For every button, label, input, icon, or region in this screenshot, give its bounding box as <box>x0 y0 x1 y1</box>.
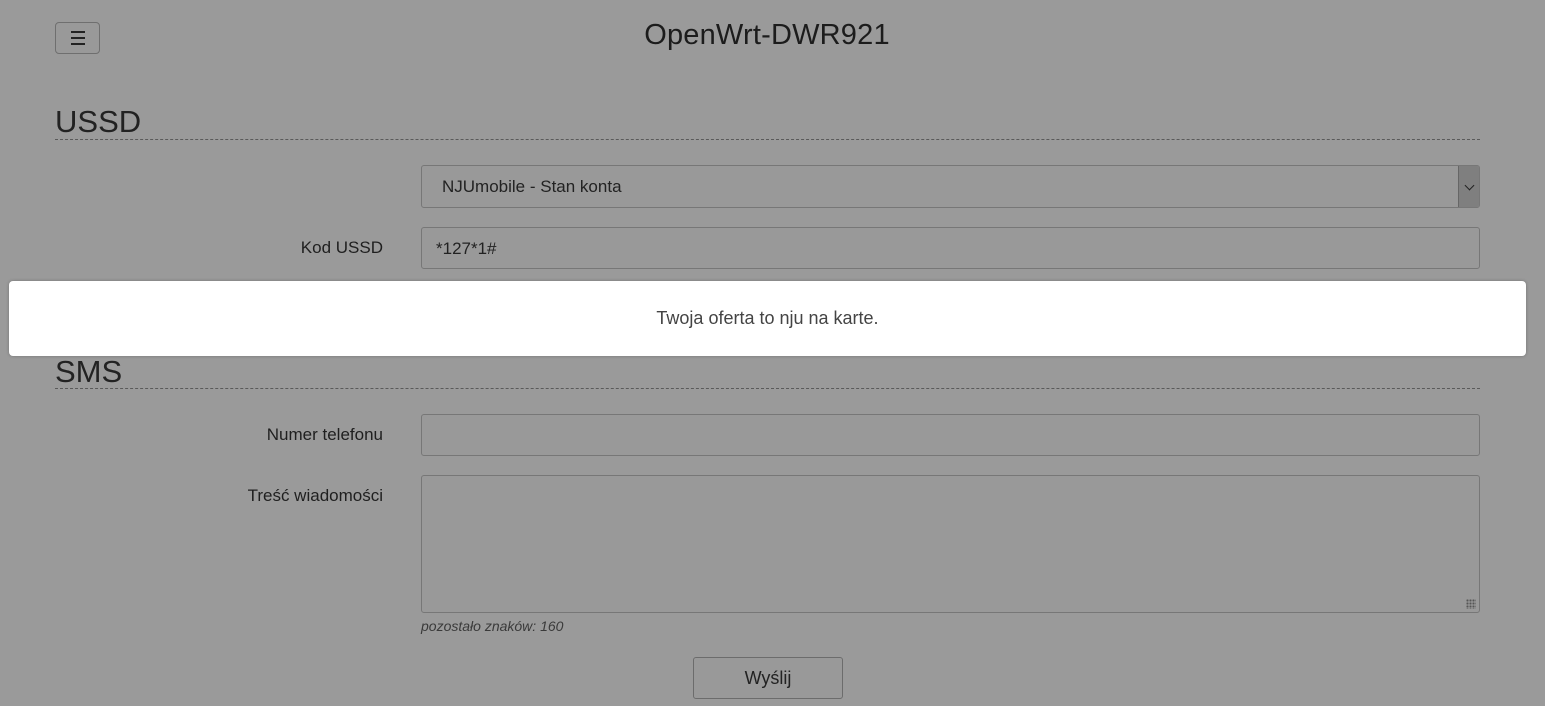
ussd-code-input[interactable]: *127*1# <box>421 227 1480 269</box>
phone-number-input[interactable] <box>421 414 1480 456</box>
page-title: OpenWrt-DWR921 <box>644 19 890 51</box>
notification-message: Twoja oferta to nju na karte. <box>656 308 879 328</box>
chevron-down-icon <box>1464 180 1474 190</box>
ussd-preset-selected-value: NJUmobile - Stan konta <box>442 177 622 196</box>
section-divider-ussd <box>55 139 1480 140</box>
section-title-sms: SMS <box>55 354 123 389</box>
remaining-characters-hint: pozostało znaków: 160 <box>421 618 564 634</box>
section-divider-sms <box>55 388 1480 389</box>
resize-grip-icon[interactable] <box>1466 599 1476 609</box>
select-dropdown-button[interactable] <box>1458 166 1479 207</box>
page: OpenWrt-DWR921 USSD NJUmobile - Stan kon… <box>0 0 1545 706</box>
send-button[interactable]: Wyślij <box>693 657 843 699</box>
message-body-label: Treść wiadomości <box>247 486 383 505</box>
ussd-preset-select[interactable]: NJUmobile - Stan konta <box>421 165 1480 208</box>
notification-toast[interactable]: Twoja oferta to nju na karte. <box>9 281 1526 356</box>
phone-number-label: Numer telefonu <box>266 425 383 444</box>
section-title-ussd: USSD <box>55 104 142 139</box>
ussd-code-label: Kod USSD <box>300 238 383 257</box>
message-body-textarea[interactable] <box>421 475 1480 613</box>
